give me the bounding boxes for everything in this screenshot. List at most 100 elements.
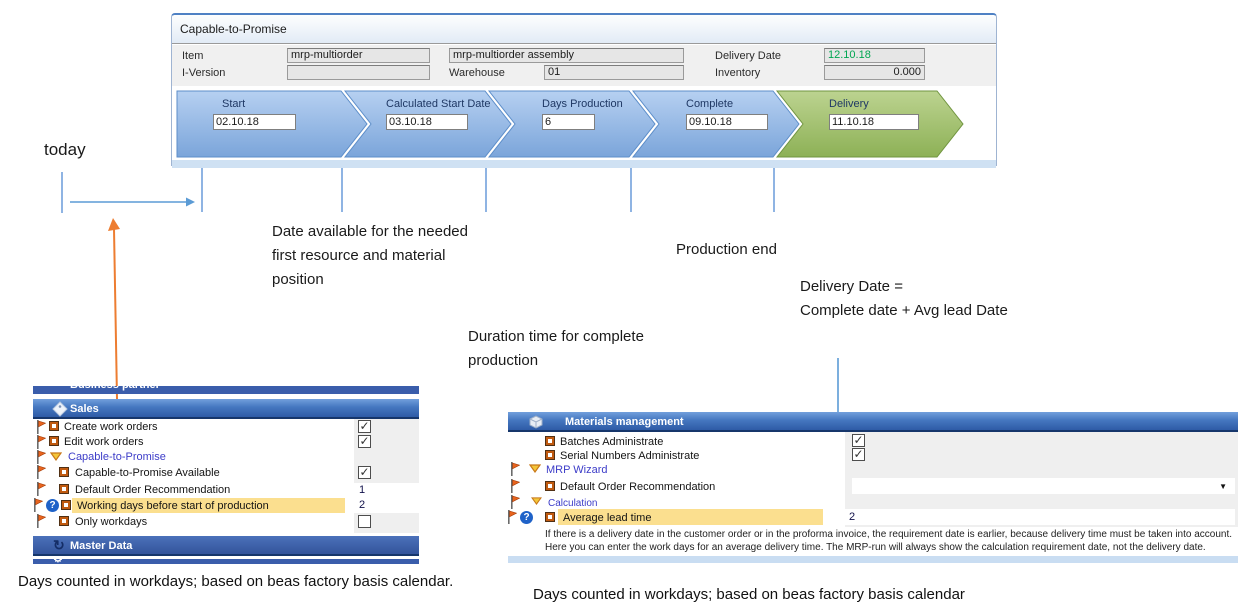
batches-administrate-checkbox[interactable]: ✓	[852, 434, 865, 447]
chevron-days-production-label: Days Production	[542, 98, 623, 110]
chevron-complete-label: Complete	[686, 98, 733, 110]
item-description-field[interactable]: mrp-multiorder assembly	[449, 48, 684, 63]
row-serial-numbers-administrate: Serial Numbers Administrate	[560, 449, 699, 464]
option-icon	[546, 437, 554, 445]
sales-header-label: Sales	[70, 399, 99, 419]
iversion-field[interactable]	[287, 65, 430, 80]
calculated-start-date-field[interactable]: 03.10.18	[386, 114, 468, 130]
flag-icon	[36, 465, 46, 479]
item-label: Item	[182, 49, 203, 64]
create-work-orders-checkbox[interactable]: ✓	[358, 420, 371, 433]
row-only-workdays: Only workdays	[75, 515, 147, 530]
days-production-field[interactable]: 6	[542, 114, 595, 130]
today-annotation: today	[44, 138, 86, 162]
only-workdays-checkbox[interactable]	[358, 515, 371, 528]
panel-bottom-strip	[508, 556, 1238, 563]
average-lead-time-input[interactable]: 2	[844, 509, 1235, 525]
sales-section-header[interactable]: Sales	[33, 399, 419, 419]
flag-icon	[507, 510, 517, 524]
working-days-arrowhead	[108, 218, 120, 231]
edit-work-orders-checkbox[interactable]: ✓	[358, 435, 371, 448]
today-to-start-arrowhead	[186, 198, 195, 207]
flag-icon	[36, 482, 46, 496]
tick-start	[201, 168, 203, 212]
tick-production-end	[630, 168, 632, 212]
option-icon	[60, 485, 68, 493]
row-batches-administrate: Batches Administrate	[560, 435, 663, 450]
help-icon[interactable]: ?	[520, 511, 533, 524]
caption-left: Days counted in workdays; based on beas …	[18, 573, 453, 590]
chevron-calc-start-label: Calculated Start Date	[386, 98, 491, 110]
flag-icon	[36, 420, 46, 434]
master-data-section-header[interactable]: ↻ Master Data	[33, 536, 419, 556]
chevron-delivery-label: Delivery	[829, 98, 869, 110]
tick-production-start	[485, 168, 487, 212]
warehouse-field[interactable]: 01	[544, 65, 684, 80]
date-available-annotation: Date available for the needed first reso…	[272, 220, 468, 292]
option-icon	[50, 422, 58, 430]
inventory-field[interactable]: 0.000	[824, 65, 925, 80]
start-date-field[interactable]: 02.10.18	[213, 114, 296, 130]
caption-right: Days counted in workdays; based on beas …	[533, 586, 965, 603]
help-icon[interactable]: ?	[46, 499, 59, 512]
tick-delivery	[773, 168, 775, 212]
option-icon	[60, 468, 68, 476]
window-title: Capable-to-Promise	[172, 15, 996, 44]
warehouse-label: Warehouse	[449, 66, 505, 81]
iversion-label: I-Version	[182, 66, 225, 81]
working-days-input[interactable]: 2	[354, 498, 419, 513]
option-icon	[546, 451, 554, 459]
capable-to-promise-link[interactable]: Capable-to-Promise	[68, 450, 166, 465]
package-icon	[527, 414, 545, 430]
row-average-lead-time: Average lead time	[563, 511, 651, 526]
default-order-recommendation-input[interactable]: 1	[354, 483, 419, 498]
option-icon	[546, 513, 554, 521]
chevron-down-icon[interactable]: ▼	[1219, 482, 1227, 491]
row-ctp-available: Capable-to-Promise Available	[75, 466, 220, 481]
default-order-recommendation-dropdown[interactable]: ▼	[852, 478, 1235, 494]
materials-management-label: Materials management	[565, 412, 684, 432]
row-edit-work-orders: Edit work orders	[64, 435, 143, 450]
production-end-annotation: Production end	[676, 238, 777, 262]
option-icon	[546, 482, 554, 490]
row-create-work-orders: Create work orders	[64, 420, 158, 435]
tag-icon	[51, 401, 69, 417]
option-icon	[62, 501, 70, 509]
item-code-field[interactable]: mrp-multiorder	[287, 48, 430, 63]
flag-icon	[510, 462, 520, 476]
flag-icon	[36, 514, 46, 528]
refresh-icon: ↻	[53, 537, 65, 554]
materials-management-header[interactable]: Materials management	[508, 412, 1238, 432]
clipped-section-bar: Business partner	[33, 386, 419, 394]
flag-icon	[510, 495, 520, 509]
mrp-wizard-link[interactable]: MRP Wizard	[546, 463, 608, 478]
master-data-header-label: Master Data	[70, 536, 132, 556]
delivery-formula-annotation: Delivery Date = Complete date + Avg lead…	[800, 275, 1008, 323]
average-lead-time-help-text: If there is a delivery date in the custo…	[545, 528, 1241, 554]
tick-today	[61, 172, 63, 213]
serial-numbers-checkbox[interactable]: ✓	[852, 448, 865, 461]
row-working-days-before-start: Working days before start of production	[77, 499, 269, 514]
gear-icon: ⚙	[53, 559, 63, 564]
expander-triangle-icon	[50, 452, 62, 461]
window-bottom-strip	[172, 160, 996, 168]
row-default-order-recommendation: Default Order Recommendation	[75, 483, 230, 498]
chevron-start-label: Start	[222, 98, 245, 110]
slide-canvas: Capable-to-Promise Item mrp-multiorder m…	[0, 0, 1241, 612]
flag-icon	[33, 498, 43, 512]
clipped-bottom-bar: ⚙	[33, 559, 419, 564]
complete-date-field[interactable]: 09.10.18	[686, 114, 768, 130]
expander-triangle-icon	[529, 464, 541, 473]
ctp-available-checkbox[interactable]: ✓	[358, 466, 371, 479]
duration-annotation: Duration time for complete production	[468, 325, 644, 373]
flag-icon	[36, 450, 46, 464]
expander-triangle-icon	[531, 497, 542, 505]
row-default-order-recommendation-right: Default Order Recommendation	[560, 480, 715, 495]
option-icon	[60, 517, 68, 525]
inventory-label: Inventory	[715, 66, 760, 81]
delivery-date-field[interactable]: 12.10.18	[824, 48, 925, 63]
tick-calculated-start	[341, 168, 343, 212]
clipped-section-label: Business partner	[70, 386, 160, 393]
flag-icon	[510, 479, 520, 493]
delivery-date-chevron-field[interactable]: 11.10.18	[829, 114, 919, 130]
